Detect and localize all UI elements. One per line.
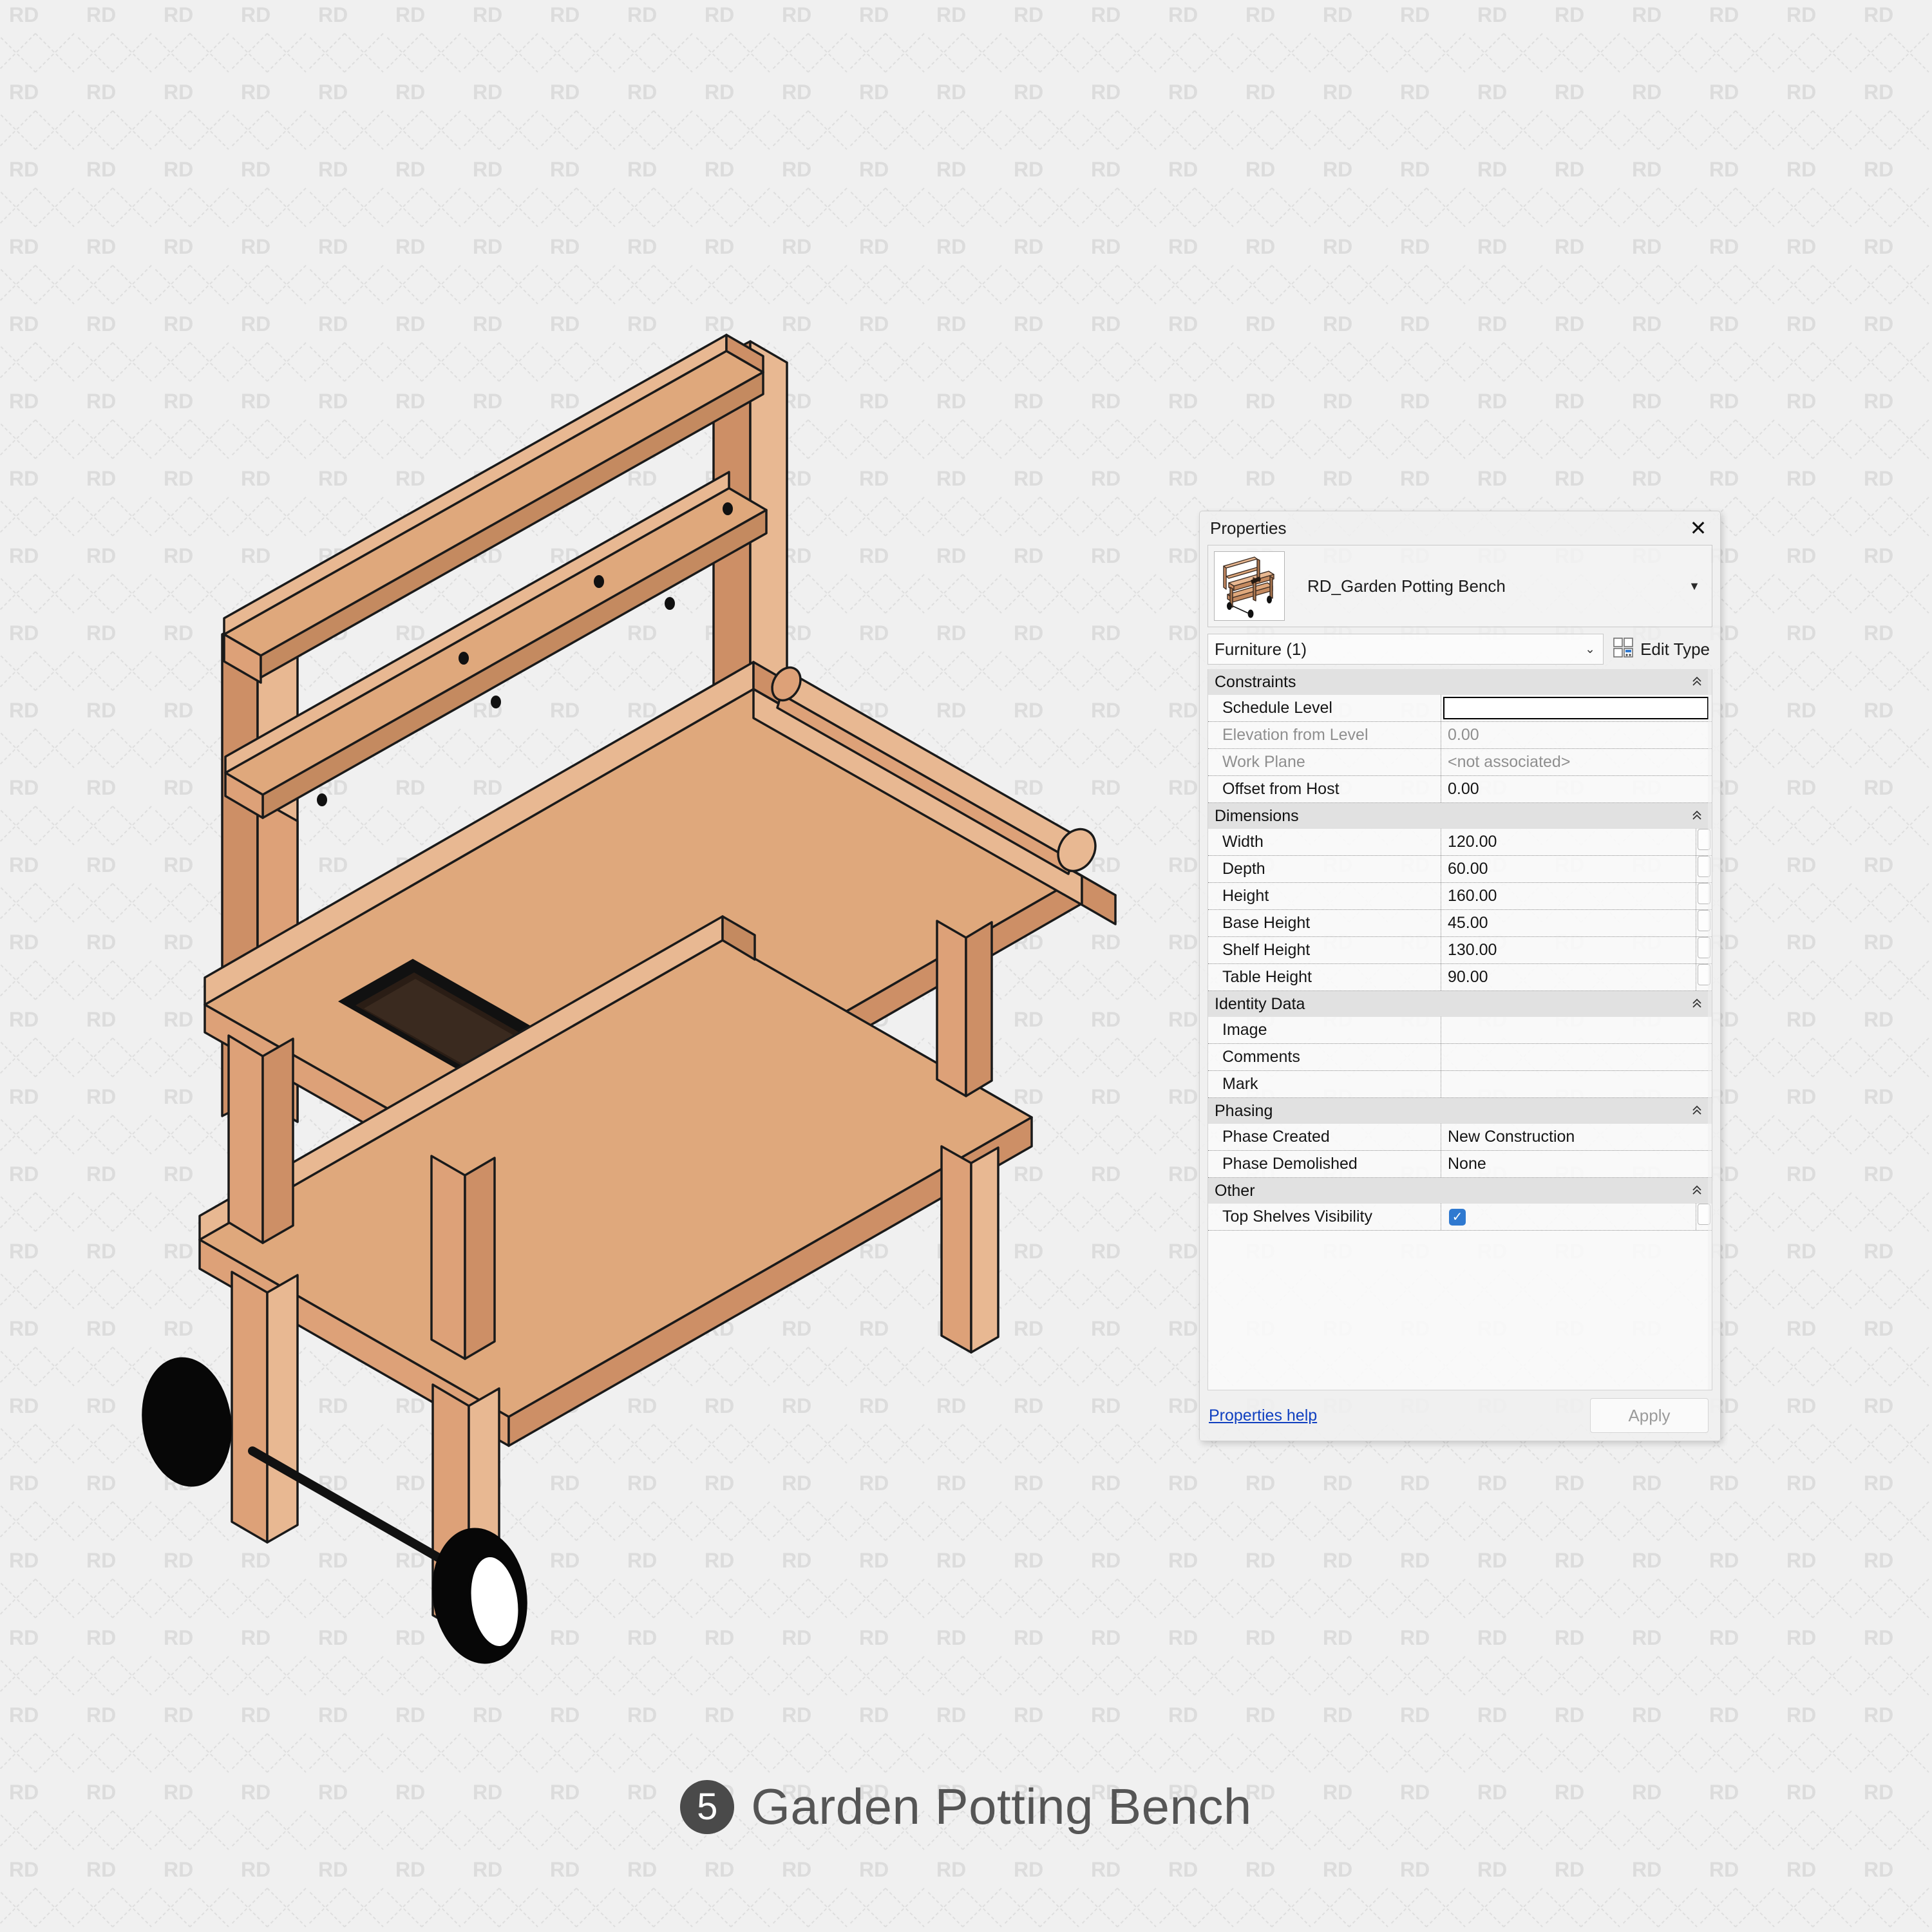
property-key: Work Plane <box>1208 749 1441 775</box>
property-value[interactable] <box>1441 1017 1712 1043</box>
property-row[interactable]: Elevation from Level 0.00 <box>1208 722 1712 749</box>
property-value[interactable]: ✓ <box>1441 1204 1696 1230</box>
panel-title: Properties <box>1210 518 1287 538</box>
property-value[interactable]: New Construction <box>1441 1124 1712 1150</box>
property-group-label: Phasing <box>1215 1101 1273 1120</box>
property-value[interactable]: 130.00 <box>1441 937 1696 963</box>
property-key: Mark <box>1208 1071 1441 1097</box>
chevron-down-icon[interactable]: ▼ <box>1681 580 1708 593</box>
property-key: Shelf Height <box>1208 937 1441 963</box>
property-row[interactable]: Work Plane <not associated> <box>1208 749 1712 776</box>
property-key: Comments <box>1208 1044 1441 1070</box>
property-value[interactable]: 0.00 <box>1441 776 1712 802</box>
property-value[interactable]: 60.00 <box>1441 856 1696 882</box>
property-value[interactable]: 160.00 <box>1441 883 1696 909</box>
type-name: RD_Garden Potting Bench <box>1307 576 1506 596</box>
property-key: Image <box>1208 1017 1441 1043</box>
screenshot-root: RD .w-top { fill:#dfa87c; stroke:#1a1a1a… <box>0 0 1932 1932</box>
property-value[interactable] <box>1441 1071 1712 1097</box>
apply-label: Apply <box>1628 1405 1671 1425</box>
leg-right-front <box>940 1145 999 1354</box>
property-value[interactable]: None <box>1441 1151 1712 1177</box>
caption-title: Garden Potting Bench <box>751 1778 1252 1835</box>
type-selector[interactable]: RD_Garden Potting Bench ▼ <box>1208 545 1712 627</box>
property-group-header[interactable]: Dimensions <box>1208 803 1712 829</box>
property-row[interactable]: Table Height 90.00 <box>1208 964 1712 991</box>
property-key: Height <box>1208 883 1441 909</box>
property-group-header[interactable]: Constraints <box>1208 669 1712 695</box>
property-key: Elevation from Level <box>1208 722 1441 748</box>
property-group-label: Identity Data <box>1215 994 1305 1013</box>
property-value[interactable]: 90.00 <box>1441 964 1696 990</box>
property-row[interactable]: Phase Demolished None <box>1208 1151 1712 1178</box>
property-value[interactable]: 0.00 <box>1441 722 1712 748</box>
property-key: Table Height <box>1208 964 1441 990</box>
table-scrollbar[interactable] <box>1708 669 1712 1390</box>
property-row[interactable]: Offset from Host 0.00 <box>1208 776 1712 803</box>
property-key: Phase Demolished <box>1208 1151 1441 1177</box>
property-group-header[interactable]: Identity Data <box>1208 991 1712 1017</box>
property-row[interactable]: Schedule Level <box>1208 695 1712 722</box>
property-key: Width <box>1208 829 1441 855</box>
leg-right-rear <box>936 920 993 1097</box>
edit-type-button[interactable]: Edit Type <box>1604 634 1712 665</box>
figure-caption: 5 Garden Potting Bench <box>0 1777 1932 1836</box>
properties-help-link[interactable]: Properties help <box>1209 1406 1317 1425</box>
property-row[interactable]: Mark <box>1208 1071 1712 1098</box>
edit-type-icon <box>1613 637 1634 662</box>
property-row[interactable]: Comments <box>1208 1044 1712 1071</box>
property-row[interactable]: Width 120.00 <box>1208 829 1712 856</box>
property-row[interactable]: Top Shelves Visibility ✓ <box>1208 1204 1712 1231</box>
properties-table: Constraints Schedule Level Elevation from … <box>1208 669 1712 1390</box>
leg-front-left <box>231 1271 299 1544</box>
apply-button[interactable]: Apply <box>1590 1398 1709 1433</box>
wheel-left <box>142 1357 232 1487</box>
checkbox-checked-icon[interactable]: ✓ <box>1449 1208 1466 1226</box>
property-key: Offset from Host <box>1208 776 1441 802</box>
property-row[interactable]: Depth 60.00 <box>1208 856 1712 883</box>
category-row: Furniture (1) ⌄ Edit Type <box>1208 634 1712 665</box>
properties-palette: Properties ✕ RD_Garden Potting Bench ▼ F… <box>1199 511 1721 1441</box>
property-row[interactable]: Shelf Height 130.00 <box>1208 937 1712 964</box>
leg-back-left <box>227 1034 294 1244</box>
property-row[interactable]: Base Height 45.00 <box>1208 910 1712 937</box>
caption-number-badge: 5 <box>680 1779 735 1834</box>
property-key: Schedule Level <box>1208 695 1441 721</box>
property-row[interactable]: Height 160.00 <box>1208 883 1712 910</box>
property-value[interactable]: <not associated> <box>1441 749 1712 775</box>
properties-footer: Properties help Apply <box>1200 1390 1720 1441</box>
type-thumbnail <box>1214 551 1285 621</box>
property-group-header[interactable]: Other <box>1208 1178 1712 1204</box>
property-value[interactable] <box>1441 1044 1712 1070</box>
category-select[interactable]: Furniture (1) ⌄ <box>1208 634 1604 665</box>
property-group-header[interactable]: Phasing <box>1208 1098 1712 1124</box>
property-key: Top Shelves Visibility <box>1208 1204 1441 1230</box>
property-value[interactable] <box>1441 695 1712 721</box>
property-row[interactable]: Image <box>1208 1017 1712 1044</box>
category-label: Furniture (1) <box>1215 639 1307 659</box>
edit-type-label: Edit Type <box>1640 639 1710 659</box>
property-group-label: Other <box>1215 1181 1255 1200</box>
property-value[interactable]: 120.00 <box>1441 829 1696 855</box>
property-group-label: Constraints <box>1215 672 1296 691</box>
leg-back-right <box>430 1155 496 1360</box>
chevron-down-icon: ⌄ <box>1585 642 1596 656</box>
property-group-label: Dimensions <box>1215 806 1299 825</box>
close-icon[interactable]: ✕ <box>1685 515 1711 541</box>
property-key: Phase Created <box>1208 1124 1441 1150</box>
property-key: Depth <box>1208 856 1441 882</box>
properties-titlebar: Properties ✕ <box>1200 511 1720 545</box>
property-value-input[interactable] <box>1443 697 1709 719</box>
property-row[interactable]: Phase Created New Construction <box>1208 1124 1712 1151</box>
property-key: Base Height <box>1208 910 1441 936</box>
property-value[interactable]: 45.00 <box>1441 910 1696 936</box>
